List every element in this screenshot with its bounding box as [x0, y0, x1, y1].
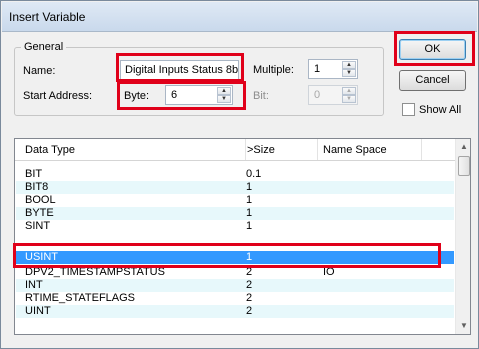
- data-type-cell: USINT: [25, 251, 58, 263]
- table-row[interactable]: SINT 1: [16, 220, 454, 233]
- size-cell: 2: [246, 305, 253, 317]
- table-row[interactable]: DPV2_TIMESTAMPSTATUS 2 IO: [16, 266, 454, 279]
- ok-button[interactable]: OK: [399, 39, 466, 60]
- byte-spinner[interactable]: 6 ▲ ▼: [165, 85, 233, 105]
- size-cell: 1: [246, 251, 253, 263]
- data-type-cell: UINT: [25, 305, 51, 317]
- column-header-size[interactable]: >Size: [247, 144, 275, 156]
- data-type-cell: SINT: [25, 220, 51, 232]
- window-title: Insert Variable: [9, 10, 86, 24]
- spin-up-icon[interactable]: ▲: [217, 87, 231, 95]
- size-cell: 1: [246, 220, 253, 232]
- data-type-cell: DPV2_TIMESTAMPSTATUS: [25, 266, 165, 278]
- table-row[interactable]: RTIME_STATEFLAGS 2: [16, 292, 454, 305]
- show-all-checkbox[interactable]: [402, 103, 415, 116]
- size-cell: 2: [246, 279, 253, 291]
- data-type-cell: BIT8: [25, 181, 49, 193]
- byte-label: Byte:: [124, 90, 150, 102]
- data-type-cell: INT: [25, 279, 43, 291]
- name-label: Name:: [23, 65, 56, 77]
- name-input[interactable]: Digital Inputs Status 8bit: [120, 60, 239, 80]
- multiple-spinner[interactable]: 1 ▲ ▼: [308, 59, 358, 79]
- bit-spinner: 0 ▲ ▼: [308, 85, 358, 105]
- data-type-cell: BYTE: [25, 207, 54, 219]
- show-all-label: Show All: [419, 104, 462, 116]
- multiple-label: Multiple:: [253, 64, 294, 76]
- spin-up-icon: ▲: [342, 87, 356, 95]
- bit-label: Bit:: [253, 90, 269, 102]
- spin-down-icon[interactable]: ▼: [342, 69, 356, 77]
- list-header: Data Type >Size Name Space: [15, 139, 455, 161]
- table-row[interactable]: BYTE 1: [16, 207, 454, 220]
- data-type-cell: BOOL: [25, 194, 56, 206]
- multiple-value: 1: [314, 63, 321, 75]
- spin-down-icon: ▼: [342, 95, 356, 103]
- spin-up-icon[interactable]: ▲: [342, 61, 356, 69]
- scroll-down-icon[interactable]: ▼: [456, 318, 470, 334]
- insert-variable-dialog: Insert Variable General Name: Digital In…: [0, 0, 479, 349]
- vertical-scrollbar[interactable]: ▲ ▼: [455, 139, 470, 334]
- column-divider[interactable]: [245, 139, 246, 160]
- size-cell: 1: [246, 181, 253, 193]
- name-space-cell: IO: [323, 266, 335, 278]
- column-header-data-type[interactable]: Data Type: [25, 144, 75, 156]
- table-row[interactable]: BIT 0.1: [16, 168, 454, 181]
- bit-value: 0: [314, 89, 321, 101]
- size-cell: 2: [246, 266, 253, 278]
- size-cell: 2: [246, 292, 253, 304]
- byte-value: 6: [171, 89, 178, 101]
- data-type-cell: BIT: [25, 168, 43, 180]
- general-group: [14, 47, 384, 116]
- size-cell: 0.1: [246, 168, 262, 180]
- size-cell: 1: [246, 194, 253, 206]
- table-row[interactable]: INT 2: [16, 279, 454, 292]
- data-type-cell: RTIME_STATEFLAGS: [25, 292, 136, 304]
- table-row[interactable]: BOOL 1: [16, 194, 454, 207]
- title-bar[interactable]: Insert Variable: [2, 2, 477, 32]
- scroll-up-icon[interactable]: ▲: [456, 139, 470, 155]
- table-row-selected[interactable]: USINT 1: [16, 251, 454, 264]
- general-group-label: General: [21, 41, 67, 53]
- column-divider[interactable]: [421, 139, 422, 160]
- column-divider[interactable]: [317, 139, 318, 160]
- cancel-button[interactable]: Cancel: [399, 70, 466, 91]
- table-row[interactable]: UINT 2: [16, 305, 454, 318]
- spin-down-icon[interactable]: ▼: [217, 95, 231, 103]
- size-cell: 1: [246, 207, 253, 219]
- column-header-name-space[interactable]: Name Space: [323, 144, 387, 156]
- start-address-label: Start Address:: [23, 90, 93, 102]
- table-row[interactable]: BIT8 1: [16, 181, 454, 194]
- scrollbar-thumb[interactable]: [458, 156, 470, 176]
- data-type-list[interactable]: Data Type >Size Name Space BIT 0.1 BIT8 …: [14, 138, 471, 335]
